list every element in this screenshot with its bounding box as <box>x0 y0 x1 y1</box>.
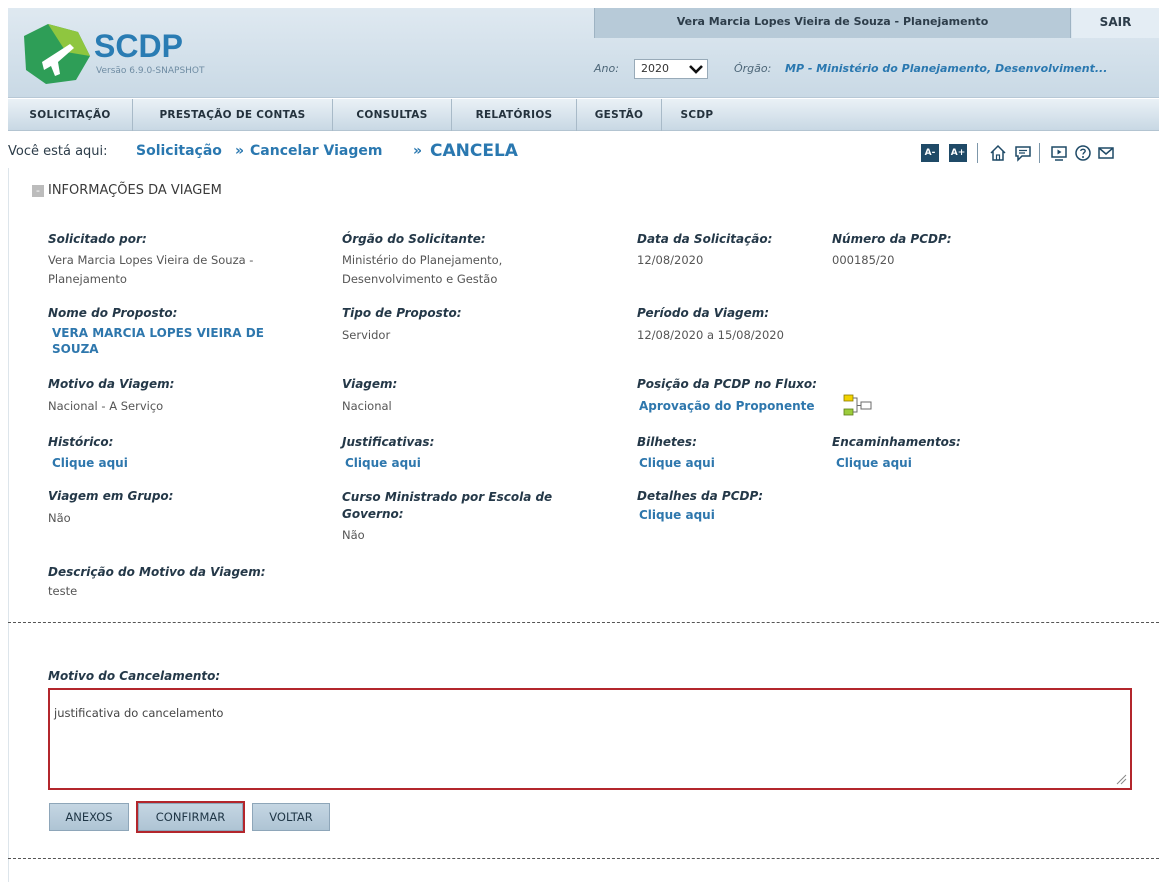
workflow-icon[interactable] <box>842 393 874 419</box>
label-viagem-grupo: Viagem em Grupo: <box>48 489 174 503</box>
section-title: INFORMAÇÕES DA VIAGEM <box>48 183 222 198</box>
toolbar-divider <box>1039 143 1040 163</box>
toolbar-divider <box>977 143 978 163</box>
label-data-solicitacao: Data da Solicitação: <box>637 232 773 246</box>
label-solicitado-por: Solicitado por: <box>48 232 147 246</box>
label-tipo-proposto: Tipo de Proposto: <box>342 306 462 320</box>
decrease-font-button[interactable]: A- <box>921 144 939 162</box>
value-viagem-grupo: Não <box>48 511 71 525</box>
link-posicao-fluxo[interactable]: Aprovação do Proponente <box>639 398 815 414</box>
value-data-solicitacao: 12/08/2020 <box>637 253 704 267</box>
confirmar-button[interactable]: CONFIRMAR <box>136 801 245 833</box>
breadcrumb-current: CANCELA <box>430 141 518 161</box>
cancel-reason-textarea[interactable]: justificativa do cancelamento <box>48 688 1132 790</box>
label-curso-ministrado-line2: Governo: <box>342 507 404 521</box>
value-orgao-solicitante-line2: Desenvolvimento e Gestão <box>342 272 498 286</box>
label-orgao-solicitante: Órgão do Solicitante: <box>342 232 486 246</box>
main-menu: SOLICITAÇÃO PRESTAÇÃO DE CONTAS CONSULTA… <box>8 99 1159 131</box>
value-tipo-proposto: Servidor <box>342 328 391 342</box>
app-version: Versão 6.9.0-SNAPSHOT <box>96 66 205 76</box>
organ-link[interactable]: MP - Ministério do Planejamento, Desenvo… <box>785 62 1107 75</box>
scdp-logo-icon <box>24 24 90 84</box>
chevron-down-icon <box>689 65 703 74</box>
breadcrumb-cancelar-viagem[interactable]: Cancelar Viagem <box>250 143 382 159</box>
link-historico[interactable]: Clique aqui <box>52 455 128 471</box>
video-icon[interactable] <box>1050 144 1068 162</box>
label-bilhetes: Bilhetes: <box>637 435 697 449</box>
label-motivo-cancelamento: Motivo do Cancelamento: <box>48 669 221 683</box>
increase-font-button[interactable]: A+ <box>949 144 967 162</box>
breadcrumb: Você está aqui: Solicitação » Cancelar V… <box>8 140 1159 168</box>
year-label: Ano: <box>594 62 619 75</box>
cancel-reason-text: justificativa do cancelamento <box>54 706 224 720</box>
collapse-icon[interactable]: - <box>32 184 44 197</box>
label-motivo-viagem: Motivo da Viagem: <box>48 377 175 391</box>
app-logo-text: SCDP <box>94 28 183 64</box>
breadcrumb-intro: Você está aqui: <box>8 144 108 159</box>
label-detalhes-pcdp: Detalhes da PCDP: <box>637 489 764 503</box>
section-header[interactable]: - INFORMAÇÕES DA VIAGEM <box>32 183 222 198</box>
logged-user: Vera Marcia Lopes Vieira de Souza - Plan… <box>594 8 1071 38</box>
organ-label: Órgão: <box>734 62 772 75</box>
menu-solicitacao[interactable]: SOLICITAÇÃO <box>8 99 133 131</box>
value-orgao-solicitante-line1: Ministério do Planejamento, <box>342 253 503 267</box>
value-descricao-motivo: teste <box>48 584 78 598</box>
label-periodo-viagem: Período da Viagem: <box>637 306 770 320</box>
link-bilhetes[interactable]: Clique aqui <box>639 455 715 471</box>
value-solicitado-por-line1: Vera Marcia Lopes Vieira de Souza - <box>48 253 254 267</box>
app-header: SCDP Versão 6.9.0-SNAPSHOT Vera Marcia L… <box>8 8 1159 98</box>
label-curso-ministrado-line1: Curso Ministrado por Escola de <box>342 490 553 504</box>
help-icon[interactable] <box>1074 144 1092 162</box>
link-encaminhamentos[interactable]: Clique aqui <box>836 455 912 471</box>
link-nome-proposto-line2[interactable]: SOUZA <box>52 341 99 357</box>
home-icon[interactable] <box>989 144 1007 162</box>
label-nome-proposto: Nome do Proposto: <box>48 306 178 320</box>
label-viagem: Viagem: <box>342 377 398 391</box>
value-viagem: Nacional <box>342 399 392 413</box>
chat-icon[interactable] <box>1014 144 1032 162</box>
anexos-button[interactable]: ANEXOS <box>49 803 129 831</box>
value-numero-pcdp: 000185/20 <box>832 253 895 267</box>
link-nome-proposto-line1[interactable]: VERA MARCIA LOPES VIEIRA DE <box>52 325 264 341</box>
value-solicitado-por-line2: Planejamento <box>48 272 127 286</box>
value-periodo-viagem: 12/08/2020 a 15/08/2020 <box>637 328 784 342</box>
label-justificativas: Justificativas: <box>342 435 435 449</box>
logout-button[interactable]: SAIR <box>1072 8 1159 38</box>
link-detalhes-pcdp[interactable]: Clique aqui <box>639 507 715 523</box>
label-descricao-motivo: Descrição do Motivo da Viagem: <box>48 565 266 579</box>
year-value: 2020 <box>641 62 669 75</box>
resize-grip-icon[interactable] <box>1115 773 1127 785</box>
year-select[interactable]: 2020 <box>634 59 708 79</box>
section-divider <box>8 622 1159 623</box>
menu-scdp[interactable]: SCDP <box>662 99 732 131</box>
mail-icon[interactable] <box>1097 144 1115 162</box>
label-numero-pcdp: Número da PCDP: <box>832 232 952 246</box>
menu-gestao[interactable]: GESTÃO <box>577 99 662 131</box>
breadcrumb-separator-icon: » <box>413 143 423 159</box>
breadcrumb-separator-icon: » <box>235 143 245 159</box>
value-motivo-viagem: Nacional - A Serviço <box>48 399 164 413</box>
footer-divider <box>8 858 1159 859</box>
label-historico: Histórico: <box>48 435 114 449</box>
menu-consultas[interactable]: CONSULTAS <box>333 99 452 131</box>
label-encaminhamentos: Encaminhamentos: <box>832 435 961 449</box>
label-posicao-fluxo: Posição da PCDP no Fluxo: <box>637 377 817 391</box>
value-curso-ministrado: Não <box>342 528 365 542</box>
menu-relatorios[interactable]: RELATÓRIOS <box>452 99 577 131</box>
content-border <box>8 168 9 882</box>
link-justificativas[interactable]: Clique aqui <box>345 455 421 471</box>
voltar-button[interactable]: VOLTAR <box>252 803 330 831</box>
menu-prestacao-de-contas[interactable]: PRESTAÇÃO DE CONTAS <box>133 99 333 131</box>
breadcrumb-solicitacao[interactable]: Solicitação <box>136 143 222 159</box>
